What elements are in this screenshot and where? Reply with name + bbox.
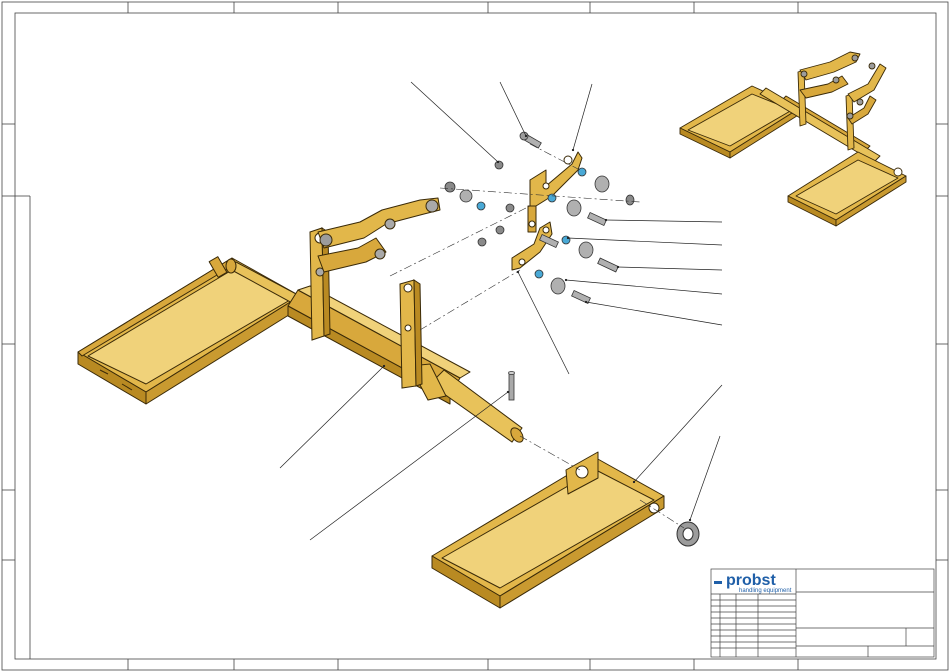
assembled-view bbox=[679, 51, 907, 227]
bracket-upper bbox=[527, 151, 583, 233]
locking-pin bbox=[508, 371, 515, 401]
logo-bar bbox=[714, 581, 722, 584]
fasteners bbox=[444, 131, 635, 305]
curved-arm bbox=[317, 197, 441, 273]
upright-right bbox=[399, 279, 423, 389]
brand-tagline: handling equipment bbox=[739, 588, 792, 594]
probst-logo: probst handling equipment bbox=[714, 572, 792, 594]
technical-drawing-sheet: probst handling equipment bbox=[1, 1, 949, 671]
large-washer bbox=[676, 521, 700, 547]
brand-name: probst bbox=[726, 572, 776, 589]
right-tray bbox=[431, 451, 665, 609]
